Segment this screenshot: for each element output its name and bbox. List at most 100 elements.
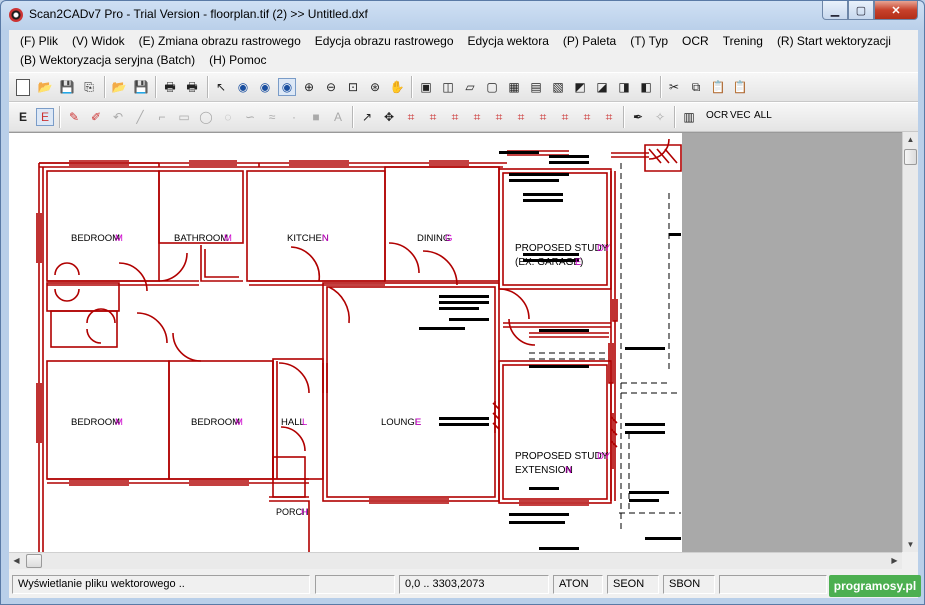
- node-6-icon[interactable]: ⌗: [512, 108, 530, 126]
- raster-tool-1-icon[interactable]: ▣: [417, 78, 435, 96]
- room-label-study-bottom: PROPOSED STUDY: [515, 451, 609, 462]
- node-8-icon[interactable]: ⌗: [556, 108, 574, 126]
- eyedropper-icon[interactable]: ✒: [629, 108, 647, 126]
- zoom-out-icon[interactable]: ⊖: [322, 78, 340, 96]
- raster-tool-3-icon[interactable]: ▱: [461, 78, 479, 96]
- raster-tool-5-icon[interactable]: ▦: [505, 78, 523, 96]
- vertical-scrollbar[interactable]: ▲ ▼: [902, 132, 918, 552]
- view-vector-icon[interactable]: ◉: [256, 78, 274, 96]
- menu-ocr[interactable]: OCR: [675, 33, 716, 50]
- save-raster-icon[interactable]: 💾: [132, 78, 150, 96]
- open-raster-icon[interactable]: 📂: [110, 78, 128, 96]
- arc-icon[interactable]: ◌: [219, 108, 237, 126]
- point-icon[interactable]: ·: [285, 108, 303, 126]
- status-message: Wyświetlanie pliku wektorowego ..: [12, 575, 310, 594]
- menu-start-wektoryzacji[interactable]: (R) Start wektoryzacji: [770, 33, 898, 50]
- menu-row-1: (F) Plik (V) Widok (E) Zmiana obrazu ras…: [13, 33, 898, 50]
- minimize-button[interactable]: ▁: [822, 1, 848, 20]
- horizontal-scroll-thumb[interactable]: [26, 554, 42, 568]
- node-3-icon[interactable]: ⌗: [446, 108, 464, 126]
- ocr-overlay-kitchen: N: [322, 233, 329, 244]
- menu-wektoryzacja-seryjna[interactable]: (B) Wektoryzacja seryjna (Batch): [13, 52, 202, 69]
- node-5-icon[interactable]: ⌗: [490, 108, 508, 126]
- pointer-icon[interactable]: ↖: [212, 78, 230, 96]
- new-file-icon[interactable]: [14, 78, 32, 96]
- text-icon[interactable]: A: [329, 108, 347, 126]
- zoom-in-icon[interactable]: ⊕: [300, 78, 318, 96]
- menu-paleta[interactable]: (P) Paleta: [556, 33, 623, 50]
- raster-tool-8-icon[interactable]: ◩: [571, 78, 589, 96]
- paste-icon[interactable]: 📋: [709, 78, 727, 96]
- node-2-icon[interactable]: ⌗: [424, 108, 442, 126]
- node-7-icon[interactable]: ⌗: [534, 108, 552, 126]
- node-1-icon[interactable]: ⌗: [402, 108, 420, 126]
- rectangle-icon[interactable]: ▭: [175, 108, 193, 126]
- line-icon[interactable]: ╱: [131, 108, 149, 126]
- maximize-button[interactable]: ▢: [848, 1, 874, 20]
- save-as-icon[interactable]: ⎘: [80, 78, 98, 96]
- select-icon[interactable]: ✧: [651, 108, 669, 126]
- raster-tool-7-icon[interactable]: ▧: [549, 78, 567, 96]
- copy-icon[interactable]: ⧉: [687, 78, 705, 96]
- curve-icon[interactable]: ∽: [241, 108, 259, 126]
- menu-trening[interactable]: Trening: [716, 33, 770, 50]
- cut-icon[interactable]: ✂: [665, 78, 683, 96]
- toolbar-separator: [660, 76, 661, 98]
- menu-widok[interactable]: (V) Widok: [65, 33, 132, 50]
- scroll-right-arrow-icon[interactable]: ▶: [887, 553, 902, 568]
- circle-icon[interactable]: ◯: [197, 108, 215, 126]
- scroll-left-arrow-icon[interactable]: ◀: [9, 553, 24, 568]
- horizontal-scrollbar[interactable]: ◀ ▶: [9, 552, 902, 569]
- zoom-window-icon[interactable]: ⊡: [344, 78, 362, 96]
- scroll-up-arrow-icon[interactable]: ▲: [903, 132, 918, 147]
- node-10-icon[interactable]: ⌗: [600, 108, 618, 126]
- menu-zmiana-obrazu[interactable]: (E) Zmiana obrazu rastrowego: [132, 33, 308, 50]
- open-folder-icon[interactable]: 📂: [36, 78, 54, 96]
- ocr-overlay-porch: H: [301, 507, 308, 518]
- menu-pomoc[interactable]: (H) Pomoc: [202, 52, 273, 69]
- text-edit-icon[interactable]: E: [14, 108, 32, 126]
- menu-plik[interactable]: (F) Plik: [13, 33, 65, 50]
- vector-arrow-icon[interactable]: ↗: [358, 108, 376, 126]
- scroll-down-arrow-icon[interactable]: ▼: [903, 537, 918, 552]
- all-button[interactable]: ALL: [754, 110, 772, 121]
- status-empty-1: [315, 575, 395, 594]
- raster-tool-4-icon[interactable]: ▢: [483, 78, 501, 96]
- menu-typ[interactable]: (T) Typ: [623, 33, 675, 50]
- view-both-icon[interactable]: ◉: [278, 78, 296, 96]
- move-icon[interactable]: ✥: [380, 108, 398, 126]
- pen-icon[interactable]: ✎: [65, 108, 83, 126]
- node-4-icon[interactable]: ⌗: [468, 108, 486, 126]
- undo-icon[interactable]: ↶: [109, 108, 127, 126]
- text-edit-active-icon[interactable]: E: [36, 108, 54, 126]
- node-9-icon[interactable]: ⌗: [578, 108, 596, 126]
- paste-special-icon[interactable]: 📋: [731, 78, 749, 96]
- polyline-icon[interactable]: ⌐: [153, 108, 171, 126]
- room-label-bedroom3: BEDROOM: [191, 417, 240, 428]
- drawing-canvas[interactable]: BEDROOM BATHROOM KITCHEN DINING PROPOSED…: [9, 132, 902, 553]
- raster-tool-6-icon[interactable]: ▤: [527, 78, 545, 96]
- eraser-icon[interactable]: ✐: [87, 108, 105, 126]
- ocr-button[interactable]: OCR: [706, 110, 728, 121]
- status-sbon: SBON: [663, 575, 715, 594]
- raster-tool-10-icon[interactable]: ◨: [615, 78, 633, 96]
- save-icon[interactable]: 💾: [58, 78, 76, 96]
- view-raster-icon[interactable]: ◉: [234, 78, 252, 96]
- vec-button[interactable]: VEC: [730, 110, 751, 121]
- title-bar[interactable]: Scan2CADv7 Pro - Trial Version - floorpl…: [1, 1, 924, 29]
- print-icon[interactable]: 🖶: [161, 78, 179, 96]
- fill-icon[interactable]: ■: [307, 108, 325, 126]
- layers-icon[interactable]: ▥: [680, 108, 698, 126]
- raster-tool-11-icon[interactable]: ◧: [637, 78, 655, 96]
- print-preview-icon[interactable]: 🖶: [183, 78, 201, 96]
- application-window: Scan2CADv7 Pro - Trial Version - floorpl…: [0, 0, 925, 605]
- pan-hand-icon[interactable]: ✋: [388, 78, 406, 96]
- raster-tool-9-icon[interactable]: ◪: [593, 78, 611, 96]
- spline-icon[interactable]: ≈: [263, 108, 281, 126]
- menu-edycja-wektora[interactable]: Edycja wektora: [461, 33, 556, 50]
- vertical-scroll-thumb[interactable]: [904, 149, 917, 165]
- menu-edycja-obrazu[interactable]: Edycja obrazu rastrowego: [308, 33, 461, 50]
- raster-tool-2-icon[interactable]: ◫: [439, 78, 457, 96]
- close-button[interactable]: ✕: [874, 1, 918, 20]
- zoom-all-icon[interactable]: ⊛: [366, 78, 384, 96]
